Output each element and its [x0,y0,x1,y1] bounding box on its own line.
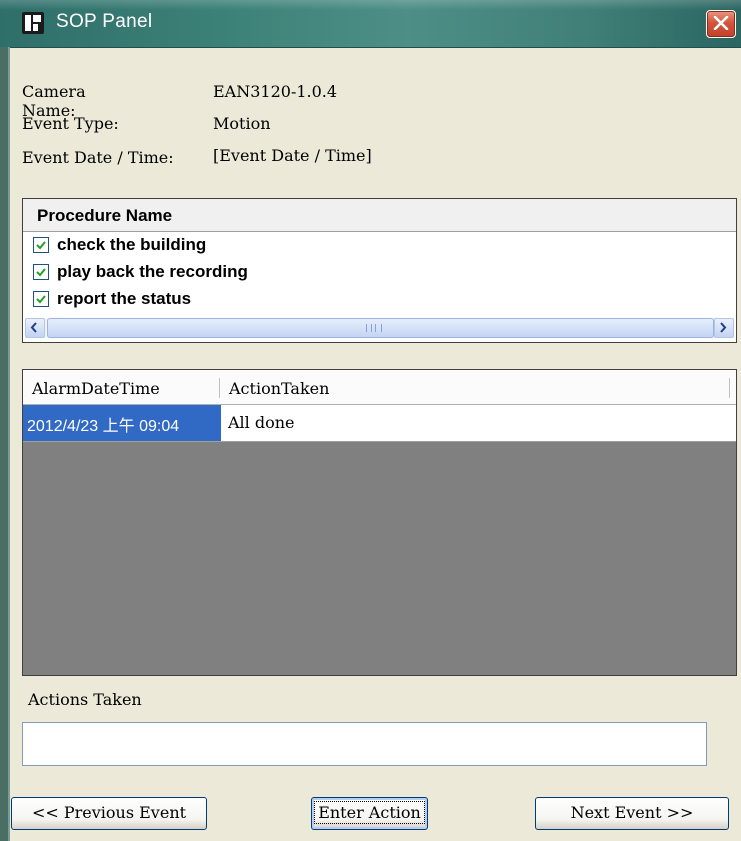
close-button[interactable] [706,10,736,38]
alarm-datetime-cell[interactable]: 2012/4/23 上午 09:04 [23,405,221,441]
sop-app-icon [22,12,44,34]
previous-event-label: << Previous Event [31,803,187,822]
actions-taken-input[interactable] [22,722,707,766]
procedure-list: Procedure Name check the building play b… [22,198,737,343]
procedure-item-label: report the status [57,289,192,308]
scrollbar-thumb[interactable] [47,318,714,338]
procedure-checkbox[interactable] [33,291,49,307]
column-header-alarm-datetime[interactable]: AlarmDateTime [32,379,160,398]
column-separator[interactable] [219,378,220,398]
window-left-border [0,47,8,841]
column-header-action-taken[interactable]: ActionTaken [229,379,329,398]
actions-taken-label: Actions Taken [28,690,142,709]
alarm-grid-header: AlarmDateTime ActionTaken [23,370,736,405]
window-title: SOP Panel [56,11,153,32]
scroll-right-button[interactable] [714,318,734,338]
alarm-grid: AlarmDateTime ActionTaken 2012/4/23 上午 0… [22,369,737,676]
event-type-label: Event Type: [22,114,119,133]
procedure-checkbox[interactable] [33,237,49,253]
action-taken-cell[interactable]: All done [228,413,295,432]
next-event-button[interactable]: Next Event >> [535,797,729,830]
chevron-right-icon [720,322,727,333]
procedure-header-label: Procedure Name [37,206,173,225]
enter-action-label: Enter Action [314,801,425,824]
alarm-datetime-value: 2012/4/23 上午 09:04 [27,418,180,435]
procedure-header: Procedure Name [23,199,736,232]
camera-name-value: EAN3120-1.0.4 [213,82,338,101]
window-left-border-highlight [8,47,10,841]
event-type-value: Motion [213,114,271,133]
previous-event-button[interactable]: << Previous Event [11,797,207,830]
event-datetime-value: [Event Date / Time] [213,146,372,165]
procedure-checkbox[interactable] [33,264,49,280]
scrollbar-grip [366,324,382,332]
checkmark-icon [36,295,46,304]
enter-action-button[interactable]: Enter Action [311,797,428,830]
checkmark-icon [36,241,46,250]
close-icon [713,16,729,30]
chevron-left-icon [30,322,37,333]
event-datetime-label: Event Date / Time: [22,148,174,167]
procedure-item-label: play back the recording [57,262,248,281]
table-row[interactable]: 2012/4/23 上午 09:04 All done [23,405,736,442]
scroll-left-button[interactable] [25,318,45,338]
title-bar[interactable]: SOP Panel [0,0,741,48]
procedure-item-label: check the building [57,235,207,254]
procedure-horizontal-scrollbar[interactable] [25,318,734,338]
sop-panel-window: SOP Panel Camera Name: EAN3120-1.0.4 Eve… [0,0,741,841]
column-separator[interactable] [729,378,730,398]
next-event-label: Next Event >> [570,803,694,822]
checkmark-icon [36,268,46,277]
